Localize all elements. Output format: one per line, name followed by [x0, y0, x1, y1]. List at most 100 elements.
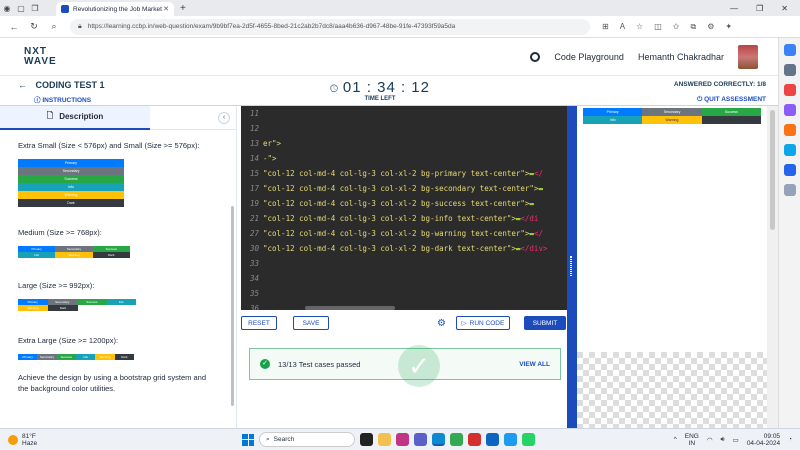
notifications-icon[interactable]: ◔ — [788, 436, 792, 443]
read-aloud-icon[interactable]: A — [620, 22, 625, 32]
folded-content-icon[interactable]: ▬ — [538, 184, 543, 193]
tab-description[interactable]: 🗋︎ Description — [0, 105, 150, 130]
edge-icon[interactable] — [432, 433, 445, 446]
chrome-icon[interactable] — [450, 433, 463, 446]
close-window-icon[interactable]: ✕ — [781, 4, 788, 13]
new-tab-icon[interactable]: + — [180, 3, 186, 14]
stopwatch-icon[interactable] — [530, 51, 541, 62]
folded-content-icon[interactable]: ▬ — [529, 199, 534, 208]
line-number: 34 — [249, 274, 259, 283]
back-arrow-icon[interactable]: ← — [18, 80, 27, 90]
tab-actions-icon[interactable]: ❐ — [28, 1, 42, 15]
nxtwave-logo[interactable]: NXT WAVE — [24, 46, 57, 67]
widgets-icon[interactable] — [360, 433, 373, 446]
whatsapp-icon[interactable] — [522, 433, 535, 446]
maximize-icon[interactable]: ❐ — [756, 4, 763, 13]
volume-icon[interactable]: 🔊︎ — [721, 436, 725, 444]
code-text[interactable]: "col-12 col-md-4 col-lg-3 col-xl-2 bg-se… — [263, 181, 543, 196]
drag-handle-icon[interactable] — [570, 256, 572, 276]
wifi-icon[interactable]: ◠ — [707, 436, 713, 444]
app-available-icon[interactable]: ⊞ — [602, 22, 609, 32]
file-explorer-icon[interactable] — [378, 433, 391, 446]
view-all-button[interactable]: VIEW ALL — [519, 361, 550, 368]
code-line[interactable]: 19 "col-12 col-md-4 col-lg-3 col-xl-2 bg-… — [241, 196, 567, 211]
line-number: 21 — [249, 214, 259, 223]
reset-button[interactable]: RESET — [241, 316, 277, 330]
code-line[interactable]: 17 "col-12 col-md-4 col-lg-3 col-xl-2 bg-… — [241, 181, 567, 196]
favorite-star-icon[interactable]: ☆ — [636, 22, 643, 32]
code-playground-link[interactable]: Code Playground — [554, 52, 624, 62]
code-line[interactable]: 30 "col-12 col-md-4 col-lg-3 col-xl-2 bg-… — [241, 241, 567, 256]
search-sidebar-icon[interactable] — [783, 64, 796, 76]
code-line[interactable]: 34 — [241, 271, 567, 286]
teams-icon[interactable] — [414, 433, 427, 446]
submit-button[interactable]: SUBMIT — [523, 316, 566, 330]
split-screen-icon[interactable]: ◫ — [654, 22, 662, 32]
refresh-icon[interactable]: ↻ — [24, 21, 44, 32]
battery-icon[interactable]: ▭ — [733, 436, 739, 444]
settings-gear-icon[interactable]: ⚙ — [437, 318, 446, 329]
tray-chevron-icon[interactable]: ^ — [674, 436, 677, 443]
back-icon[interactable]: ← — [4, 22, 24, 32]
shopping-icon[interactable] — [783, 84, 796, 96]
weather-widget[interactable]: 81°F Haze — [8, 433, 37, 447]
instructions-link[interactable]: ⓘ INSTRUCTIONS — [34, 94, 105, 104]
mcafee-icon[interactable] — [468, 433, 481, 446]
code-line[interactable]: 33 — [241, 256, 567, 271]
answered-correctly: ANSWERED CORRECTLY: 1/8 — [673, 81, 766, 88]
app-icon[interactable] — [504, 433, 517, 446]
add-sidebar-icon[interactable] — [783, 184, 796, 196]
code-line[interactable]: 36 — [241, 301, 567, 310]
run-code-button[interactable]: ▷ RUN CODE — [455, 316, 510, 330]
taskbar-search-input[interactable]: ⌕ Search — [259, 432, 355, 447]
code-line[interactable]: 14 -"> — [241, 151, 567, 166]
code-text[interactable]: er"> — [263, 136, 281, 151]
windows-start-icon[interactable] — [242, 433, 254, 446]
code-line[interactable]: 15 "col-12 col-md-4 col-lg-3 col-xl-2 bg-… — [241, 166, 567, 181]
panel-splitter[interactable] — [567, 106, 577, 428]
office-icon[interactable] — [783, 144, 796, 156]
description-scrollbar[interactable] — [231, 206, 234, 406]
url-input[interactable]: 🔒︎ https://learning.ccbp.in/web-question… — [70, 18, 590, 35]
code-line[interactable]: 12 — [241, 121, 567, 136]
search-icon[interactable]: ⌕ — [44, 21, 64, 32]
browser-tab[interactable]: Revolutionizing the Job Market | ✕ — [56, 2, 174, 16]
outlook-icon[interactable] — [783, 164, 796, 176]
tools-icon[interactable] — [783, 104, 796, 116]
code-text[interactable]: "col-12 col-md-4 col-lg-3 col-xl-2 bg-da… — [263, 241, 547, 256]
games-icon[interactable] — [783, 124, 796, 136]
linkedin-icon[interactable] — [486, 433, 499, 446]
code-line[interactable]: 13 er"> — [241, 136, 567, 151]
test-title: CODING TEST 1 — [35, 80, 105, 90]
code-line[interactable]: 27 "col-12 col-md-4 col-lg-3 col-xl-2 bg-… — [241, 226, 567, 241]
collections-icon[interactable]: ⧉ — [690, 22, 696, 32]
favorites-icon[interactable]: ✩ — [673, 22, 680, 32]
profile-icon[interactable]: ◉ — [0, 1, 14, 15]
copilot-icon[interactable]: ✦ — [725, 22, 732, 32]
quit-assessment-button[interactable]: ⏻ QUIT ASSESSMENT — [674, 96, 766, 104]
close-tab-icon[interactable]: ✕ — [163, 5, 169, 13]
copilot-sidebar-icon[interactable] — [783, 44, 796, 56]
code-text[interactable]: "col-12 col-md-4 col-lg-3 col-xl-2 bg-su… — [263, 196, 534, 211]
minimize-icon[interactable]: — — [730, 4, 738, 13]
preview-scrollbar[interactable] — [767, 106, 778, 428]
code-editor[interactable]: 11 12 13 er"> 14 -"> 15 "col-12 col-md-4 col-lg… — [241, 106, 567, 310]
language-indicator[interactable]: ENG IN — [685, 433, 699, 447]
store-icon[interactable] — [396, 433, 409, 446]
clock-widget[interactable]: 09:05 04-04-2024 — [747, 433, 780, 447]
code-text[interactable]: "col-12 col-md-4 col-lg-3 col-xl-2 bg-in… — [263, 211, 538, 226]
workspaces-icon[interactable]: ▢ — [14, 1, 28, 15]
code-text[interactable]: "col-12 col-md-4 col-lg-3 col-xl-2 bg-wa… — [263, 226, 543, 241]
line-number: 19 — [249, 199, 259, 208]
output-preview: Primary Secondary Success Info Warning — [577, 106, 778, 428]
code-line[interactable]: 11 — [241, 106, 567, 121]
code-text[interactable]: -"> — [263, 151, 277, 166]
code-line[interactable]: 35 — [241, 286, 567, 301]
extensions-icon[interactable]: ⚙ — [707, 22, 714, 32]
avatar[interactable] — [738, 44, 758, 69]
code-text[interactable]: "col-12 col-md-4 col-lg-3 col-xl-2 bg-pr… — [263, 166, 543, 181]
tests-passed-text: 13/13 Test cases passed — [278, 359, 361, 369]
save-button[interactable]: SAVE — [293, 316, 329, 330]
code-line[interactable]: 21 "col-12 col-md-4 col-lg-3 col-xl-2 bg-… — [241, 211, 567, 226]
collapse-panel-button[interactable]: ‹ — [218, 112, 230, 124]
